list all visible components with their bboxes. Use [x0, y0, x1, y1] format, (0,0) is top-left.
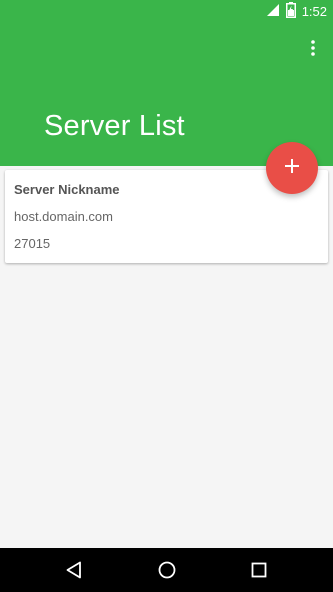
- recents-icon[interactable]: [247, 558, 271, 582]
- server-host: host.domain.com: [14, 209, 113, 224]
- signal-icon: [266, 3, 280, 22]
- server-list: Server Nickname host.domain.com 27015: [0, 166, 333, 548]
- more-vert-icon[interactable]: [301, 36, 325, 60]
- battery-icon: [285, 1, 296, 23]
- server-port: 27015: [14, 236, 51, 251]
- status-icons: 1:52: [266, 1, 327, 23]
- status-clock: 1:52: [301, 4, 327, 19]
- server-nickname: Server Nickname: [14, 182, 120, 197]
- navigation-bar: [0, 548, 333, 592]
- page-title: Server List: [44, 110, 185, 142]
- app-bar: 1:52 Server List: [0, 0, 333, 166]
- add-server-button[interactable]: [266, 142, 318, 194]
- back-icon[interactable]: [62, 558, 86, 582]
- add-icon: [285, 158, 299, 178]
- status-bar: 1:52: [0, 0, 333, 24]
- home-icon[interactable]: [155, 558, 179, 582]
